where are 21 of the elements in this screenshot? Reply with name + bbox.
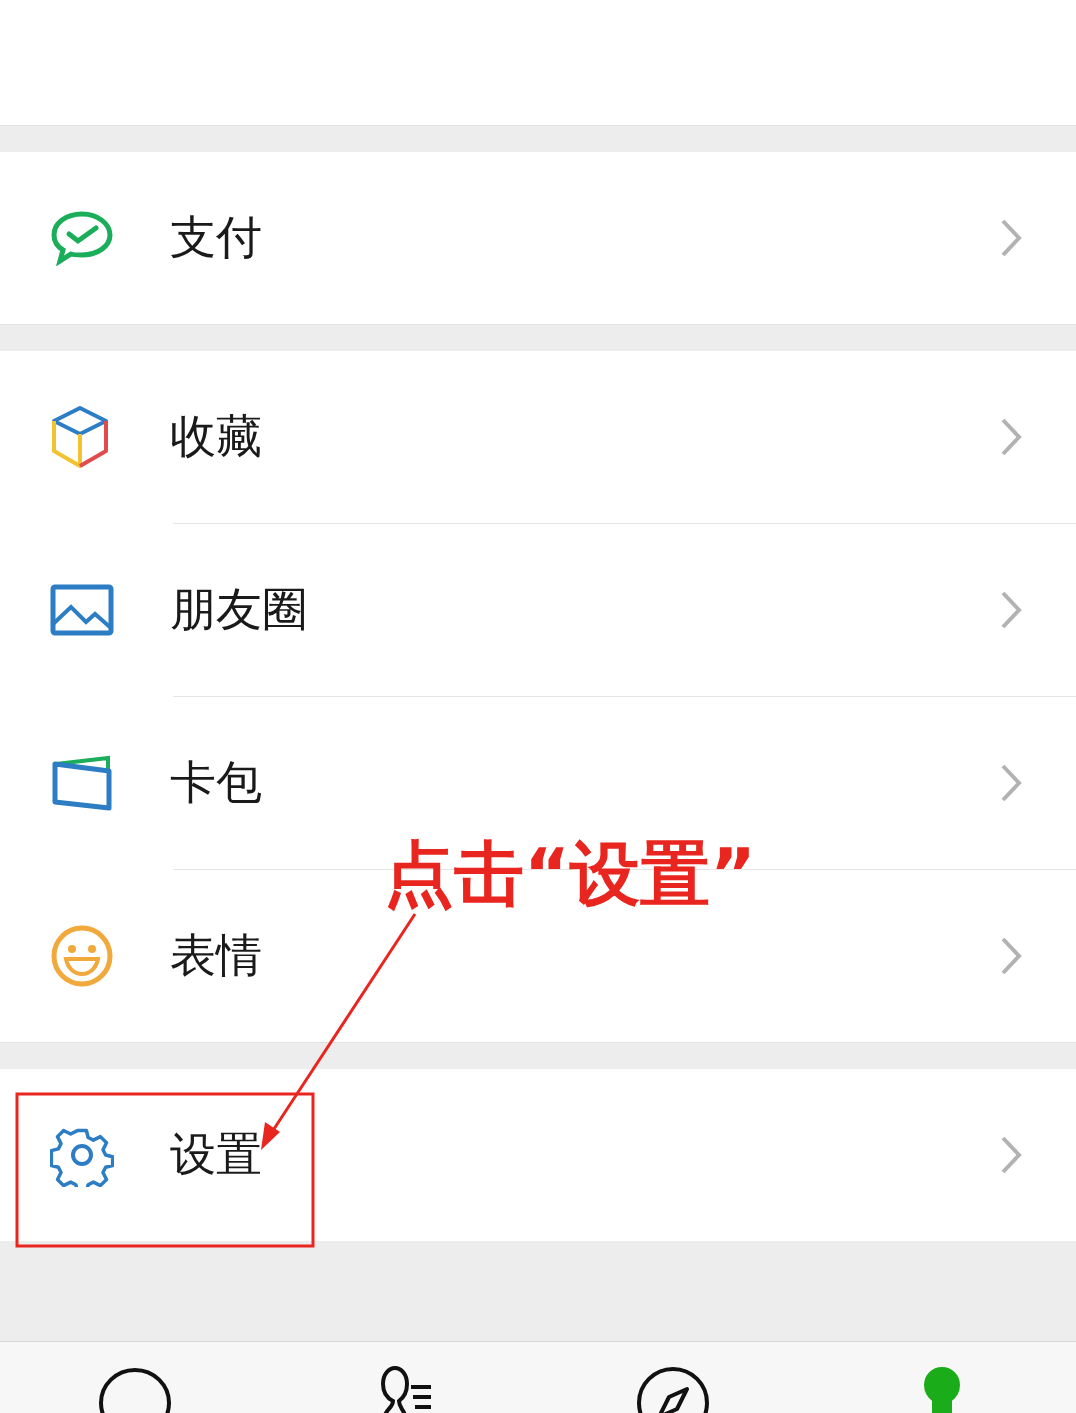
menu-item-label[interactable]: 朋友圈 bbox=[170, 579, 1000, 641]
menu-item-label[interactable]: 卡包 bbox=[170, 752, 1000, 814]
chevron-right-icon bbox=[1000, 417, 1022, 457]
wallet-icon bbox=[50, 755, 112, 811]
chevron-right-icon bbox=[1000, 218, 1022, 258]
compass-icon[interactable] bbox=[634, 1365, 711, 1413]
chat-bubble-check-icon bbox=[50, 210, 114, 266]
chat-bubble-icon[interactable] bbox=[96, 1365, 173, 1413]
chevron-right-icon bbox=[1000, 936, 1022, 976]
person-icon[interactable] bbox=[921, 1365, 962, 1413]
annotation-text: 点击“设置” bbox=[384, 832, 756, 917]
menu-item-label[interactable]: 表情 bbox=[170, 925, 1000, 987]
menu-item-label[interactable]: 支付 bbox=[170, 207, 1000, 269]
chevron-right-icon bbox=[1000, 763, 1022, 803]
cube-icon bbox=[50, 404, 110, 470]
chevron-right-icon bbox=[1000, 590, 1022, 630]
image-icon bbox=[50, 584, 114, 636]
menu-item-label[interactable]: 收藏 bbox=[170, 406, 1000, 468]
chevron-right-icon bbox=[1000, 1135, 1022, 1175]
menu-item-label[interactable]: 设置 bbox=[170, 1124, 1000, 1186]
smiley-icon bbox=[50, 924, 114, 988]
